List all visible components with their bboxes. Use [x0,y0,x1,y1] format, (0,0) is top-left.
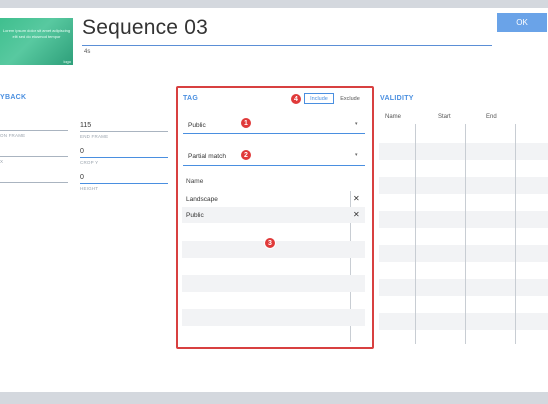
validity-row [379,211,548,228]
annotation-badge-3: 3 [264,237,276,249]
annotation-badge-4: 4 [290,93,302,105]
validity-heading: VALIDITY [380,95,414,102]
end-frame-label: END FRAME [80,134,109,139]
crop-y-label: CROP Y [80,160,99,165]
sequence-duration: 4s [84,49,91,55]
validity-col-divider [415,124,416,344]
validity-row [379,143,548,160]
validity-col-end: End [486,114,497,120]
annotation-badge-1: 1 [240,117,252,129]
crop-y-field[interactable] [80,157,168,158]
ok-button[interactable]: OK [497,13,547,32]
on-frame-label: ON FRAME [0,133,26,138]
sequence-thumbnail[interactable]: Lorem ipsum dolor sit amet adipiscing el… [0,18,73,65]
height-field[interactable] [80,183,168,184]
playback-heading: YBACK [0,94,27,101]
thumbnail-text: Lorem ipsum dolor sit amet adipiscing el… [2,28,71,39]
validity-row [379,279,548,296]
end-frame-value: 115 [80,122,92,129]
page-title: Sequence 03 [82,16,208,39]
validity-row [379,313,548,330]
top-strip [0,0,548,8]
crop-x-field[interactable] [0,156,68,157]
validity-col-divider [515,124,516,344]
height-value: 0 [80,174,84,181]
width-field[interactable] [0,182,68,183]
crop-x-label: X [0,159,4,164]
validity-col-start: Start [438,114,451,120]
validity-row [379,177,548,194]
on-frame-field[interactable] [0,130,68,131]
end-frame-field[interactable] [80,131,168,132]
crop-y-value: 0 [80,148,84,155]
validity-row [379,245,548,262]
title-underline [82,45,492,46]
validity-col-name: Name [385,114,402,120]
height-label: HEIGHT [80,186,99,191]
bottom-strip [0,392,548,404]
thumbnail-logo: logo [63,59,71,64]
tag-section-highlight [176,86,374,349]
annotation-badge-2: 2 [240,149,252,161]
validity-col-divider [465,124,466,344]
